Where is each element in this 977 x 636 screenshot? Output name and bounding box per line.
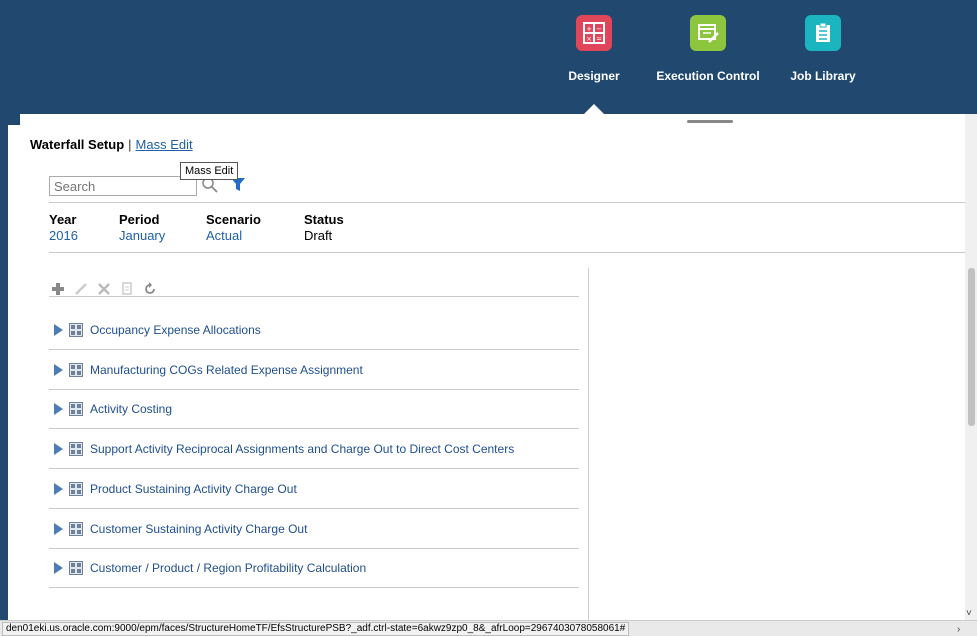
refresh-icon[interactable] <box>143 282 157 296</box>
info-status: Status Draft <box>304 212 344 243</box>
info-year: Year 2016 <box>49 212 78 243</box>
expand-icon[interactable] <box>54 323 63 336</box>
rule-row[interactable]: Occupancy Expense Allocations <box>49 310 579 350</box>
scroll-down-icon[interactable]: ˅ <box>966 608 972 619</box>
rule-row[interactable]: Customer / Product / Region Profitabilit… <box>49 548 579 588</box>
breadcrumb: Waterfall Setup | Mass Edit <box>30 137 193 152</box>
rule-label: Support Activity Reciprocal Assignments … <box>90 441 515 456</box>
rule-set-icon <box>69 322 83 337</box>
left-edge <box>0 0 8 636</box>
edit-icon[interactable] <box>74 282 88 296</box>
tab-waterfall-setup[interactable]: Waterfall Setup <box>30 137 124 152</box>
copy-icon[interactable] <box>120 282 134 296</box>
divider <box>49 202 965 203</box>
rule-row[interactable]: Customer Sustaining Activity Charge Out <box>49 509 579 549</box>
svg-text:+: + <box>586 25 592 33</box>
nav-job-library-label: Job Library <box>790 69 856 83</box>
nav-execution-control[interactable]: Execution Control <box>648 15 768 83</box>
split-divider[interactable] <box>588 268 589 620</box>
rule-set-icon <box>69 362 83 377</box>
rule-set-icon <box>69 401 83 416</box>
divider <box>49 252 965 253</box>
filter-icon[interactable] <box>231 178 245 192</box>
info-scenario-label: Scenario <box>206 212 261 227</box>
info-period: Period January <box>119 212 165 243</box>
info-status-label: Status <box>304 212 344 227</box>
rule-row[interactable]: Support Activity Reciprocal Assignments … <box>49 429 579 469</box>
info-scenario-value[interactable]: Actual <box>206 228 261 243</box>
expand-icon[interactable] <box>54 482 63 495</box>
expand-icon[interactable] <box>54 363 63 376</box>
job-library-icon <box>805 15 841 51</box>
tab-mass-edit[interactable]: Mass Edit <box>136 137 193 152</box>
rule-row[interactable]: Activity Costing <box>49 389 579 429</box>
svg-text:×: × <box>586 35 592 43</box>
execution-control-icon <box>690 15 726 51</box>
scroll-right-icon[interactable]: › <box>957 624 960 635</box>
rule-set-icon <box>69 441 83 456</box>
rule-label: Customer / Product / Region Profitabilit… <box>90 560 367 575</box>
search-input[interactable] <box>49 176 197 196</box>
rule-label: Occupancy Expense Allocations <box>90 322 261 337</box>
add-icon[interactable] <box>51 282 65 296</box>
rule-row[interactable]: Product Sustaining Activity Charge Out <box>49 469 579 509</box>
expand-icon[interactable] <box>54 402 63 415</box>
svg-text:−: − <box>596 25 602 33</box>
nav-execution-control-label: Execution Control <box>656 69 760 83</box>
mass-edit-tooltip: Mass Edit <box>180 162 239 180</box>
info-period-value[interactable]: January <box>119 228 165 243</box>
scrollbar-thumb[interactable] <box>968 268 975 426</box>
expand-icon[interactable] <box>54 442 63 455</box>
nav-designer-label: Designer <box>568 69 620 83</box>
rule-label: Product Sustaining Activity Charge Out <box>90 481 297 496</box>
info-year-value[interactable]: 2016 <box>49 228 78 243</box>
drag-handle[interactable] <box>687 120 733 123</box>
expand-icon[interactable] <box>54 522 63 535</box>
tab-separator: | <box>128 137 132 152</box>
info-scenario: Scenario Actual <box>206 212 261 243</box>
rule-set-icon <box>69 560 83 575</box>
svg-text:=: = <box>596 35 602 43</box>
info-status-value: Draft <box>304 228 333 243</box>
delete-icon[interactable] <box>97 282 111 296</box>
divider <box>49 296 579 297</box>
rule-label: Manufacturing COGs Related Expense Assig… <box>90 362 363 377</box>
rule-label: Activity Costing <box>90 401 173 416</box>
rule-row[interactable]: Manufacturing COGs Related Expense Assig… <box>49 350 579 390</box>
rule-set-icon <box>69 521 83 536</box>
nav-job-library[interactable]: Job Library <box>763 15 883 83</box>
info-period-label: Period <box>119 212 160 227</box>
rule-toolbar <box>51 282 157 296</box>
rule-set-icon <box>69 481 83 496</box>
designer-icon: + − × = <box>576 15 612 51</box>
nav-designer[interactable]: + − × = Designer <box>534 15 654 83</box>
active-nav-pointer <box>584 104 604 114</box>
info-year-label: Year <box>49 212 77 227</box>
status-url: den01eki.us.oracle.com:9000/epm/faces/St… <box>2 622 630 636</box>
rule-label: Customer Sustaining Activity Charge Out <box>90 521 308 536</box>
expand-icon[interactable] <box>54 561 63 574</box>
